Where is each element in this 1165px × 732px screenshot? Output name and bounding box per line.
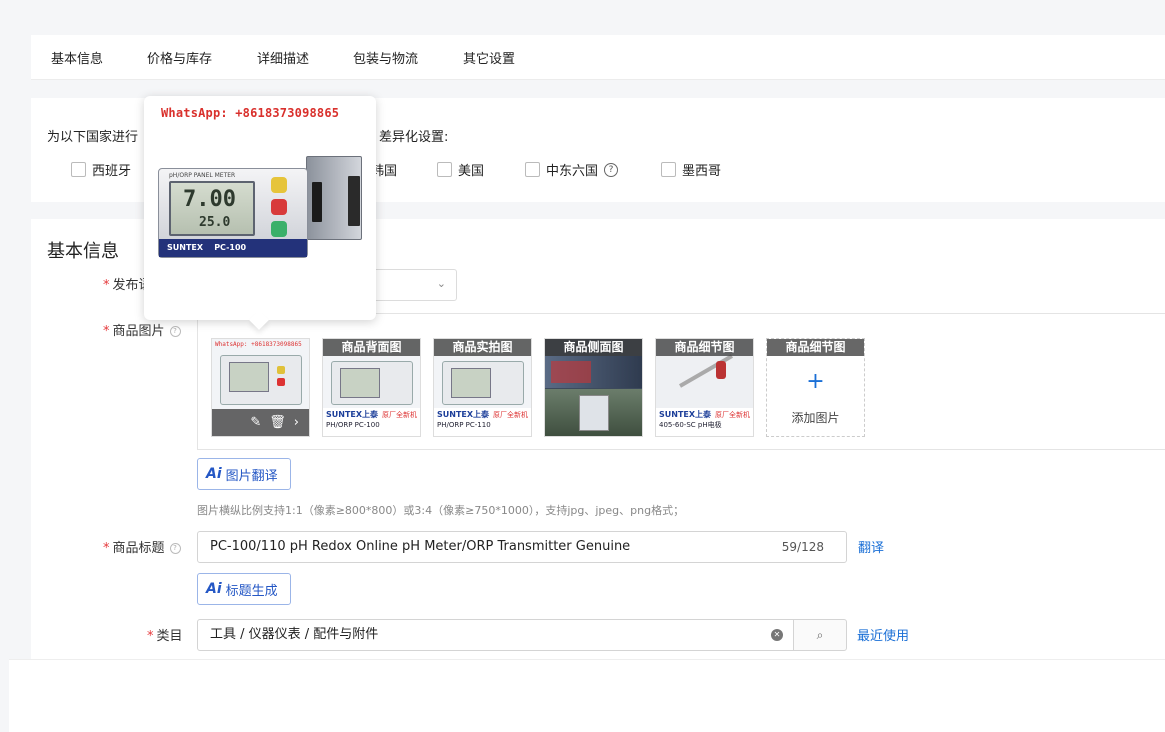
required-mark: * — [103, 541, 110, 556]
translate-link[interactable]: 翻译 — [858, 537, 884, 556]
checkbox[interactable] — [525, 162, 540, 177]
product-image-main[interactable]: WhatsApp: +8618373098865 ✎ 🗑 › — [211, 338, 310, 437]
checkbox[interactable] — [71, 162, 86, 177]
image-caption: 商品细节图 — [767, 339, 864, 356]
trash-icon[interactable]: 🗑 — [269, 415, 286, 430]
checkbox[interactable] — [661, 162, 676, 177]
device-screen — [340, 368, 380, 398]
help-icon[interactable]: ? — [604, 162, 619, 177]
brand-strip: SUNTEX上泰 原厂全新机 PH/ORP PC-110 — [434, 408, 531, 436]
image-toolbar: ✎ 🗑 › — [212, 409, 309, 436]
help-icon[interactable]: ? — [169, 326, 181, 337]
tab-bar: 基本信息 价格与库存 详细描述 包装与物流 其它设置 — [31, 35, 1165, 80]
tab-other-settings[interactable]: 其它设置 — [463, 48, 515, 67]
plus-icon: + — [806, 369, 825, 394]
bottom-action-bar — [9, 659, 1165, 732]
required-mark: * — [147, 629, 154, 644]
product-image-back[interactable]: SUNTEX上泰 原厂全新机 PH/ORP PC-100 商品背面图 — [322, 338, 421, 437]
country-mexico[interactable]: 墨西哥 — [661, 160, 721, 179]
brand-strip: SUNTEX上泰 原厂全新机 405-60-SC pH电极 — [656, 408, 753, 436]
whatsapp-watermark: WhatsApp: +8618373098865 — [161, 106, 340, 120]
recent-category-link[interactable]: 最近使用 — [857, 625, 909, 644]
product-image-detail[interactable]: SUNTEX上泰 原厂全新机 405-60-SC pH电极 商品细节图 — [655, 338, 754, 437]
country-name: 美国 — [458, 164, 485, 179]
device-photo — [579, 395, 609, 431]
product-image-side[interactable]: 商品侧面图 — [544, 338, 643, 437]
category-input[interactable]: 工具 / 仪器仪表 / 配件与附件 ✕ — [197, 619, 794, 651]
category-search-button[interactable]: ⌕ — [793, 619, 847, 651]
device-label: pH/ORP PANEL METER — [169, 172, 236, 179]
device-button-green — [271, 221, 287, 237]
product-images-label: * 商品图片? — [103, 320, 181, 339]
brand-strip: SUNTEX上泰 原厂全新机 PH/ORP PC-100 — [323, 408, 420, 436]
add-image-slot[interactable]: + 添加图片 商品细节图 — [766, 338, 865, 437]
ai-icon: Ai — [206, 581, 222, 597]
device-front: pH/ORP PANEL METER 7.00 25.0 SUNTEX PC-1… — [158, 168, 308, 258]
edit-icon[interactable]: ✎ — [250, 415, 261, 430]
product-photo — [442, 361, 524, 405]
image-upload-panel: WhatsApp: +8618373098865 ✎ 🗑 › SUNTEX上泰 … — [197, 313, 1165, 450]
clear-icon[interactable]: ✕ — [771, 629, 783, 641]
country-name: 墨西哥 — [682, 164, 722, 179]
char-count: 59/128 — [781, 540, 824, 554]
tab-price-stock[interactable]: 价格与库存 — [147, 48, 212, 67]
country-name: 西班牙 — [92, 164, 132, 179]
product-image-real[interactable]: SUNTEX上泰 原厂全新机 PH/ORP PC-110 商品实拍图 — [433, 338, 532, 437]
image-translate-button[interactable]: Ai 图片翻译 — [197, 458, 291, 490]
image-caption: 商品背面图 — [323, 339, 420, 356]
image-preview-popover: WhatsApp: +8618373098865 pH/ORP PANEL ME… — [144, 96, 376, 320]
tab-packaging[interactable]: 包装与物流 — [353, 48, 418, 67]
product-photo — [331, 361, 413, 405]
device-button-yellow — [271, 177, 287, 193]
product-title-input[interactable]: PC-100/110 pH Redox Online pH Meter/ORP … — [197, 531, 847, 563]
device-brand-strip: SUNTEX PC-100 — [159, 239, 307, 257]
image-caption: 商品细节图 — [656, 339, 753, 356]
section-title: 基本信息 — [47, 241, 119, 262]
tab-basic-info[interactable]: 基本信息 — [51, 48, 103, 67]
product-preview-image: pH/ORP PANEL METER 7.00 25.0 SUNTEX PC-1… — [158, 156, 364, 260]
add-image-text: 添加图片 — [791, 411, 840, 425]
device-screen — [451, 368, 491, 398]
chevron-right-icon[interactable]: › — [294, 415, 299, 430]
country-name: 中东六国 — [546, 164, 599, 179]
whatsapp-watermark: WhatsApp: +8618373098865 — [215, 341, 302, 348]
country-spain[interactable]: 西班牙 — [71, 160, 131, 179]
required-mark: * — [103, 278, 110, 293]
tab-description[interactable]: 详细描述 — [257, 48, 309, 67]
device-button-red — [271, 199, 287, 215]
device-screen — [229, 362, 269, 392]
country-settings-label: 为以下国家进行 — [47, 130, 139, 145]
country-usa[interactable]: 美国 — [437, 160, 484, 179]
country-middle-east[interactable]: 中东六国 ? — [525, 160, 619, 179]
required-mark: * — [103, 324, 110, 339]
ai-icon: Ai — [206, 466, 222, 482]
reading-sub: 25.0 — [199, 215, 231, 230]
title-generate-button[interactable]: Ai 标题生成 — [197, 573, 291, 605]
chevron-down-icon: ⌄ — [436, 277, 446, 290]
reading-main: 7.00 — [183, 187, 236, 212]
image-caption: 商品实拍图 — [434, 339, 531, 356]
help-icon[interactable]: ? — [169, 543, 181, 554]
country-settings-label-tail: 差异化设置: — [379, 130, 449, 145]
product-title-label: * 商品标题? — [103, 537, 181, 556]
search-icon: ⌕ — [816, 628, 824, 642]
image-hint: 图片横纵比例支持1:1（像素≥800*800）或3:4（像素≥750*1000）… — [197, 504, 685, 517]
product-photo — [220, 355, 302, 405]
checkbox[interactable] — [437, 162, 452, 177]
image-caption: 商品侧面图 — [545, 339, 642, 356]
device-screen: 7.00 25.0 — [169, 181, 255, 236]
category-label: * 类目 — [147, 629, 183, 644]
